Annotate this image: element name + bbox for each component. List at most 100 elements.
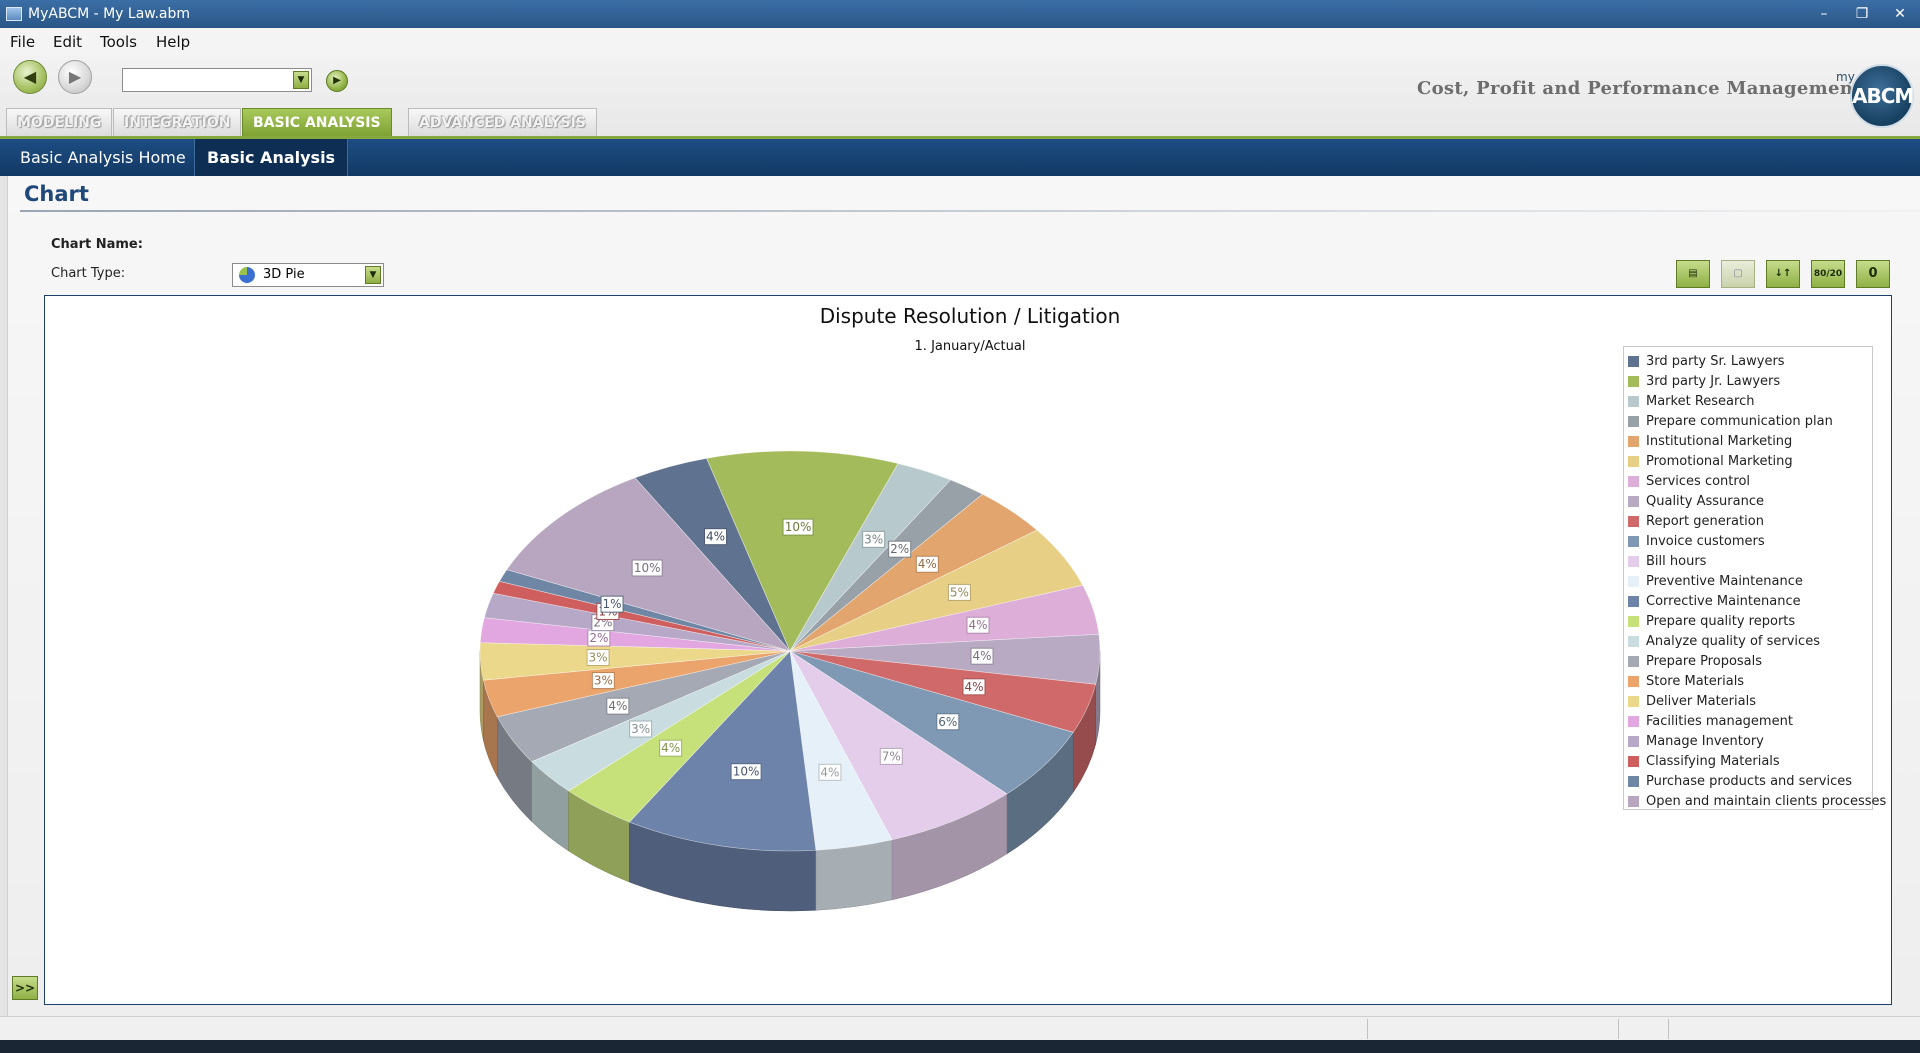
- legend-label: Purchase products and services: [1646, 773, 1853, 789]
- subnav-basic-analysis[interactable]: Basic Analysis: [194, 139, 349, 176]
- legend-swatch: [1628, 615, 1639, 627]
- legend-item: Quality Assurance: [1628, 491, 1872, 511]
- chart-type-label: Chart Type:: [51, 266, 126, 281]
- subnav-basic-analysis-home[interactable]: Basic Analysis Home: [8, 139, 198, 176]
- pie-data-label: 1%: [603, 597, 622, 611]
- chevron-down-icon[interactable]: ▼: [293, 71, 309, 89]
- legend-label: Prepare quality reports: [1646, 613, 1796, 629]
- pareto-8020-button[interactable]: 80/20: [1811, 260, 1845, 288]
- chevron-down-icon[interactable]: ▼: [365, 266, 381, 284]
- legend-label: Manage Inventory: [1646, 733, 1764, 749]
- myabcm-logo: ABCM: [1850, 64, 1914, 128]
- table-view-button[interactable]: ▤: [1676, 260, 1710, 288]
- legend-swatch: [1628, 555, 1639, 567]
- legend-label: Facilities management: [1646, 713, 1793, 729]
- pie-data-label: 5%: [950, 585, 969, 599]
- legend-label: Report generation: [1646, 513, 1764, 529]
- status-segment: [1367, 1019, 1368, 1039]
- legend-label: Quality Assurance: [1646, 493, 1764, 509]
- pie-data-label: 10%: [733, 765, 760, 779]
- chart-legend: 3rd party Sr. Lawyers 3rd party Jr. Lawye…: [1623, 346, 1886, 811]
- chart-type-select[interactable]: 3D Pie ▼: [232, 263, 384, 287]
- back-button[interactable]: ◀: [13, 60, 47, 94]
- legend-item: Invoice customers: [1628, 531, 1872, 551]
- chart-title: Dispute Resolution / Litigation: [819, 304, 1121, 328]
- tab-basic-analysis[interactable]: BASIC ANALYSIS: [242, 108, 392, 136]
- menu-edit[interactable]: Edit: [53, 33, 82, 51]
- legend-label: Bill hours: [1646, 553, 1707, 569]
- chart-area: 4% 10% 3% 2% 4% 5% 4% 4% 4% 6% 7% 4% 10% 4% 3% 4% 3% 3% 2%…: [44, 295, 1892, 1005]
- back-arrow-icon: ◀: [23, 67, 37, 86]
- legend-label: Market Research: [1646, 393, 1755, 409]
- go-button[interactable]: ▶: [326, 70, 348, 92]
- legend-item: Open and maintain clients processes: [1628, 791, 1886, 811]
- tab-modeling[interactable]: MODELING: [6, 108, 113, 136]
- sort-button[interactable]: ↓↑: [1766, 260, 1800, 288]
- legend-label: Prepare Proposals: [1646, 653, 1763, 669]
- tab-integration[interactable]: INTEGRATION: [113, 108, 242, 136]
- pie-data-label: 4%: [820, 765, 839, 779]
- pie-data-label: 4%: [973, 649, 992, 663]
- pie-data-label: 3%: [594, 674, 613, 688]
- pie-data-label: 6%: [938, 715, 957, 729]
- os-taskbar: [0, 1040, 1920, 1053]
- legend-item: Preventive Maintenance: [1628, 571, 1872, 591]
- legend-item: Promotional Marketing: [1628, 451, 1872, 471]
- section-title: Chart: [24, 182, 89, 206]
- pie-data-label: 7%: [882, 749, 901, 763]
- chart-name-label: Chart Name:: [51, 237, 143, 252]
- legend-item: Services control: [1628, 471, 1872, 491]
- legend-swatch: [1628, 455, 1639, 467]
- legend-swatch: [1628, 575, 1639, 587]
- legend-swatch: [1628, 515, 1639, 527]
- legend-swatch: [1628, 635, 1639, 647]
- legend-item: Corrective Maintenance: [1628, 591, 1872, 611]
- navigation-combo[interactable]: ▼: [122, 68, 312, 92]
- close-button[interactable]: ✕: [1882, 0, 1918, 28]
- legend-item: Manage Inventory: [1628, 731, 1872, 751]
- legend-swatch: [1628, 355, 1639, 367]
- forward-button[interactable]: ▶: [58, 60, 92, 94]
- legend-label: Services control: [1646, 473, 1751, 489]
- chart-view-button[interactable]: ▢: [1721, 260, 1755, 288]
- left-collapse-strip[interactable]: [0, 176, 8, 1016]
- legend-item: 3rd party Jr. Lawyers: [1628, 371, 1872, 391]
- expand-panel-button[interactable]: >>: [12, 976, 38, 1000]
- status-segment: [1618, 1019, 1619, 1039]
- legend-label: Institutional Marketing: [1646, 433, 1793, 449]
- pie-data-label: 4%: [918, 557, 937, 571]
- menu-tools[interactable]: Tools: [100, 33, 137, 51]
- title-bar: MyABCM - My Law.abm – ❐ ✕: [0, 0, 1920, 28]
- pie-data-label: 4%: [661, 741, 680, 755]
- legend-swatch: [1628, 755, 1639, 767]
- legend-swatch: [1628, 375, 1639, 387]
- legend-label: Preventive Maintenance: [1646, 573, 1803, 589]
- restore-button[interactable]: ❐: [1844, 0, 1880, 28]
- tab-advanced-analysis[interactable]: ADVANCED ANALYSIS: [408, 108, 597, 136]
- pie-data-label: 10%: [634, 561, 661, 575]
- pie-data-label: 3%: [631, 722, 650, 736]
- zero-button[interactable]: 0: [1856, 260, 1890, 288]
- legend-swatch: [1628, 475, 1639, 487]
- menu-help[interactable]: Help: [156, 33, 190, 51]
- legend-label: Corrective Maintenance: [1646, 593, 1801, 609]
- legend-item: Prepare communication plan: [1628, 411, 1872, 431]
- chart-type-value: 3D Pie: [263, 267, 305, 282]
- legend-item: Institutional Marketing: [1628, 431, 1872, 451]
- legend-item: Purchase products and services: [1628, 771, 1872, 791]
- pie-data-label: 4%: [706, 530, 725, 544]
- minimize-button[interactable]: –: [1806, 0, 1842, 28]
- legend-label: Analyze quality of services: [1646, 633, 1820, 649]
- pie-data-label: 4%: [968, 618, 987, 632]
- tagline: Cost, Profit and Performance Management: [1417, 78, 1862, 99]
- status-bar: [0, 1016, 1920, 1040]
- pie-data-label: 4%: [964, 680, 983, 694]
- legend-label: Store Materials: [1646, 673, 1745, 689]
- legend-item: Deliver Materials: [1628, 691, 1872, 711]
- legend-item: Bill hours: [1628, 551, 1872, 571]
- legend-item: Store Materials: [1628, 671, 1872, 691]
- window-title: MyABCM - My Law.abm: [28, 6, 191, 22]
- menu-file[interactable]: File: [10, 33, 35, 51]
- legend-label: 3rd party Jr. Lawyers: [1646, 373, 1781, 389]
- app-icon: [6, 7, 22, 21]
